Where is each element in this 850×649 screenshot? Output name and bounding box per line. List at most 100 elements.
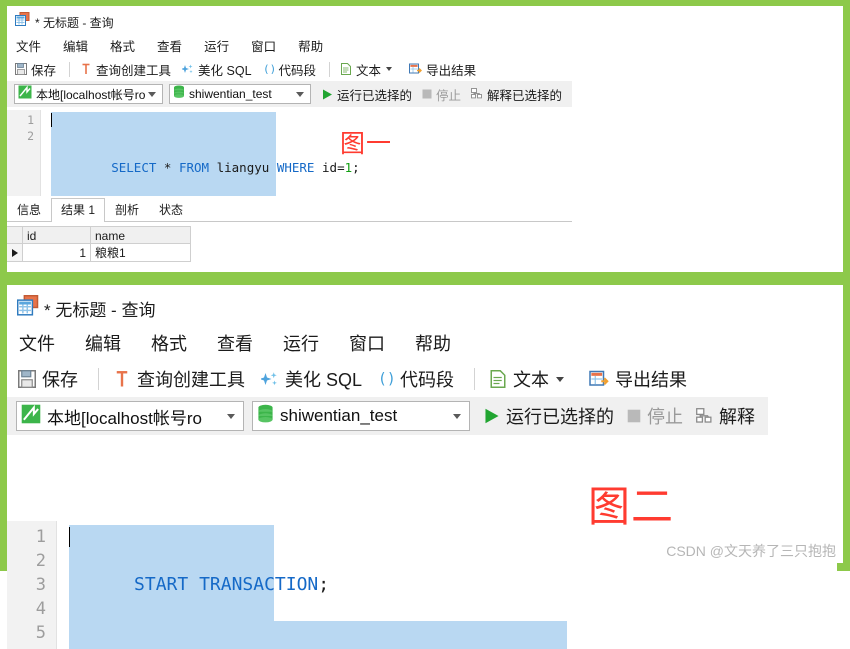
run-selected-button[interactable]: 运行已选择的 (484, 403, 614, 429)
code-line-1[interactable]: START TRANSACTION; (69, 525, 837, 621)
explain-selected-label: 解释 (719, 407, 755, 427)
menu-run[interactable]: 运行 (204, 36, 229, 55)
save-button[interactable]: 保存 (18, 366, 78, 392)
query-builder-icon (113, 370, 131, 388)
menu-view[interactable]: 查看 (217, 330, 253, 356)
beautify-sql-button[interactable]: 美化 SQL (261, 366, 362, 392)
menu-file[interactable]: 文件 (19, 330, 55, 356)
menu-window[interactable]: 窗口 (251, 36, 276, 55)
document-text-icon (340, 63, 352, 75)
table-row[interactable]: 1 粮粮1 (7, 244, 191, 262)
stop-square-icon (627, 409, 641, 423)
menu-format[interactable]: 格式 (151, 330, 187, 356)
document-text-icon (489, 370, 507, 388)
stop-button[interactable]: 停止 (422, 85, 461, 104)
annotation-figure-one: 图一 (340, 129, 393, 158)
text-button[interactable]: 文本 (340, 60, 398, 79)
braces-icon: () (263, 63, 275, 75)
query-builder-button[interactable]: 查询创建工具 (113, 366, 245, 392)
green-frame-middle (0, 272, 850, 285)
column-header-id[interactable]: id (23, 226, 91, 244)
menu-edit[interactable]: 编辑 (85, 330, 121, 356)
export-result-button[interactable]: 导出结果 (409, 60, 476, 79)
chevron-down-icon[interactable] (556, 376, 565, 382)
save-label: 保存 (42, 370, 78, 390)
toolbar-one: 保存 查询创建工具 美化 SQL () 代码段 文本 导出结果 (7, 57, 843, 81)
tab-info[interactable]: 信息 (7, 199, 51, 221)
chevron-down-icon[interactable] (148, 91, 156, 97)
code-line-2[interactable]: UPDATE liangyu SET `name`='粮粮11' WHERE i… (69, 621, 837, 649)
database-icon (257, 404, 274, 429)
chevron-down-icon[interactable] (453, 413, 461, 419)
database-icon (173, 85, 185, 104)
save-button[interactable]: 保存 (15, 60, 56, 79)
query-builder-label: 查询创建工具 (137, 370, 245, 390)
explain-plan-icon (471, 88, 483, 100)
explain-selected-button[interactable]: 解释已选择的 (471, 85, 562, 104)
code-snippet-label: 代码段 (400, 370, 455, 390)
run-actions-two: 运行已选择的 停止 解释 (484, 403, 768, 429)
database-select[interactable]: shiwentian_test (252, 401, 470, 431)
code-line-1[interactable]: SELECT * FROM liangyu WHERE id=1; (51, 112, 572, 196)
menu-edit[interactable]: 编辑 (63, 36, 88, 55)
tab-result-1[interactable]: 结果 1 (51, 198, 106, 222)
export-result-button[interactable]: 导出结果 (589, 366, 687, 392)
code-snippet-button[interactable]: () 代码段 (263, 60, 317, 79)
run-selected-button[interactable]: 运行已选择的 (322, 85, 412, 104)
connection-select[interactable]: 本地[localhost帐号ro (16, 401, 244, 431)
beautify-sql-button[interactable]: 美化 SQL (182, 60, 252, 79)
menu-help[interactable]: 帮助 (415, 330, 451, 356)
code-snippet-label: 代码段 (278, 63, 317, 78)
connection-value: 本地[localhost帐号ro (47, 408, 202, 428)
query-builder-label: 查询创建工具 (96, 63, 172, 78)
connection-select[interactable]: 本地[localhost帐号ro (14, 84, 163, 104)
menu-window[interactable]: 窗口 (349, 330, 385, 356)
tab-status[interactable]: 状态 (149, 199, 193, 221)
stop-button[interactable]: 停止 (627, 403, 683, 429)
toolbar-separator-1 (98, 368, 99, 390)
query-builder-button[interactable]: 查询创建工具 (80, 60, 171, 79)
tab-profile[interactable]: 剖析 (105, 199, 149, 221)
menu-run[interactable]: 运行 (283, 330, 319, 356)
play-icon (484, 408, 500, 424)
chevron-down-icon[interactable] (227, 413, 235, 419)
menu-view[interactable]: 查看 (157, 36, 182, 55)
green-frame-right-upper (843, 0, 850, 285)
stop-square-icon (422, 89, 432, 99)
toolbar-separator-1 (69, 61, 71, 77)
green-frame-right-lower (843, 272, 850, 571)
menu-file[interactable]: 文件 (16, 36, 41, 55)
cell-id[interactable]: 1 (23, 244, 91, 262)
code-area-one[interactable]: SELECT * FROM liangyu WHERE id=1; (51, 110, 572, 196)
menu-help[interactable]: 帮助 (298, 36, 323, 55)
explain-selected-button[interactable]: 解释 (696, 403, 755, 429)
line-number: 3 (35, 575, 46, 595)
row-marker-header (7, 226, 23, 244)
menubar-two: 文件 编辑 格式 查看 运行 窗口 帮助 (7, 325, 843, 361)
current-row-marker (7, 244, 23, 262)
database-select[interactable]: shiwentian_test (169, 84, 311, 104)
stop-label: 停止 (647, 407, 683, 427)
sql-editor-one[interactable]: 1 2 SELECT * FROM liangyu WHERE id=1; (7, 110, 572, 196)
green-frame-left-upper (0, 0, 7, 285)
result-grid-one[interactable]: id name 1 粮粮1 (7, 226, 191, 262)
runbar-one: 本地[localhost帐号ro shiwentian_test 运行已选择的 … (7, 81, 572, 107)
menubar-one: 文件 编辑 格式 查看 运行 窗口 帮助 (7, 34, 843, 57)
stop-label: 停止 (435, 88, 461, 103)
menu-format[interactable]: 格式 (110, 36, 135, 55)
export-result-label: 导出结果 (426, 63, 477, 78)
csdn-watermark: CSDN @文天养了三只抱抱 (666, 543, 836, 559)
run-selected-label: 运行已选择的 (506, 407, 614, 427)
column-header-name[interactable]: name (91, 226, 191, 244)
chevron-down-icon[interactable] (386, 67, 393, 71)
connection-icon (18, 85, 32, 104)
beautify-sql-label: 美化 SQL (285, 370, 363, 390)
result-tabs-one: 信息 结果 1 剖析 状态 (7, 198, 572, 222)
green-frame-left-lower (0, 272, 7, 571)
explain-plan-icon (696, 407, 713, 425)
text-button[interactable]: 文本 (489, 366, 573, 392)
chevron-down-icon[interactable] (295, 91, 304, 97)
cell-name[interactable]: 粮粮1 (91, 244, 191, 262)
runbar-two: 本地[localhost帐号ro shiwentian_test 运行已选择的 … (7, 397, 768, 435)
code-snippet-button[interactable]: () 代码段 (378, 366, 454, 392)
